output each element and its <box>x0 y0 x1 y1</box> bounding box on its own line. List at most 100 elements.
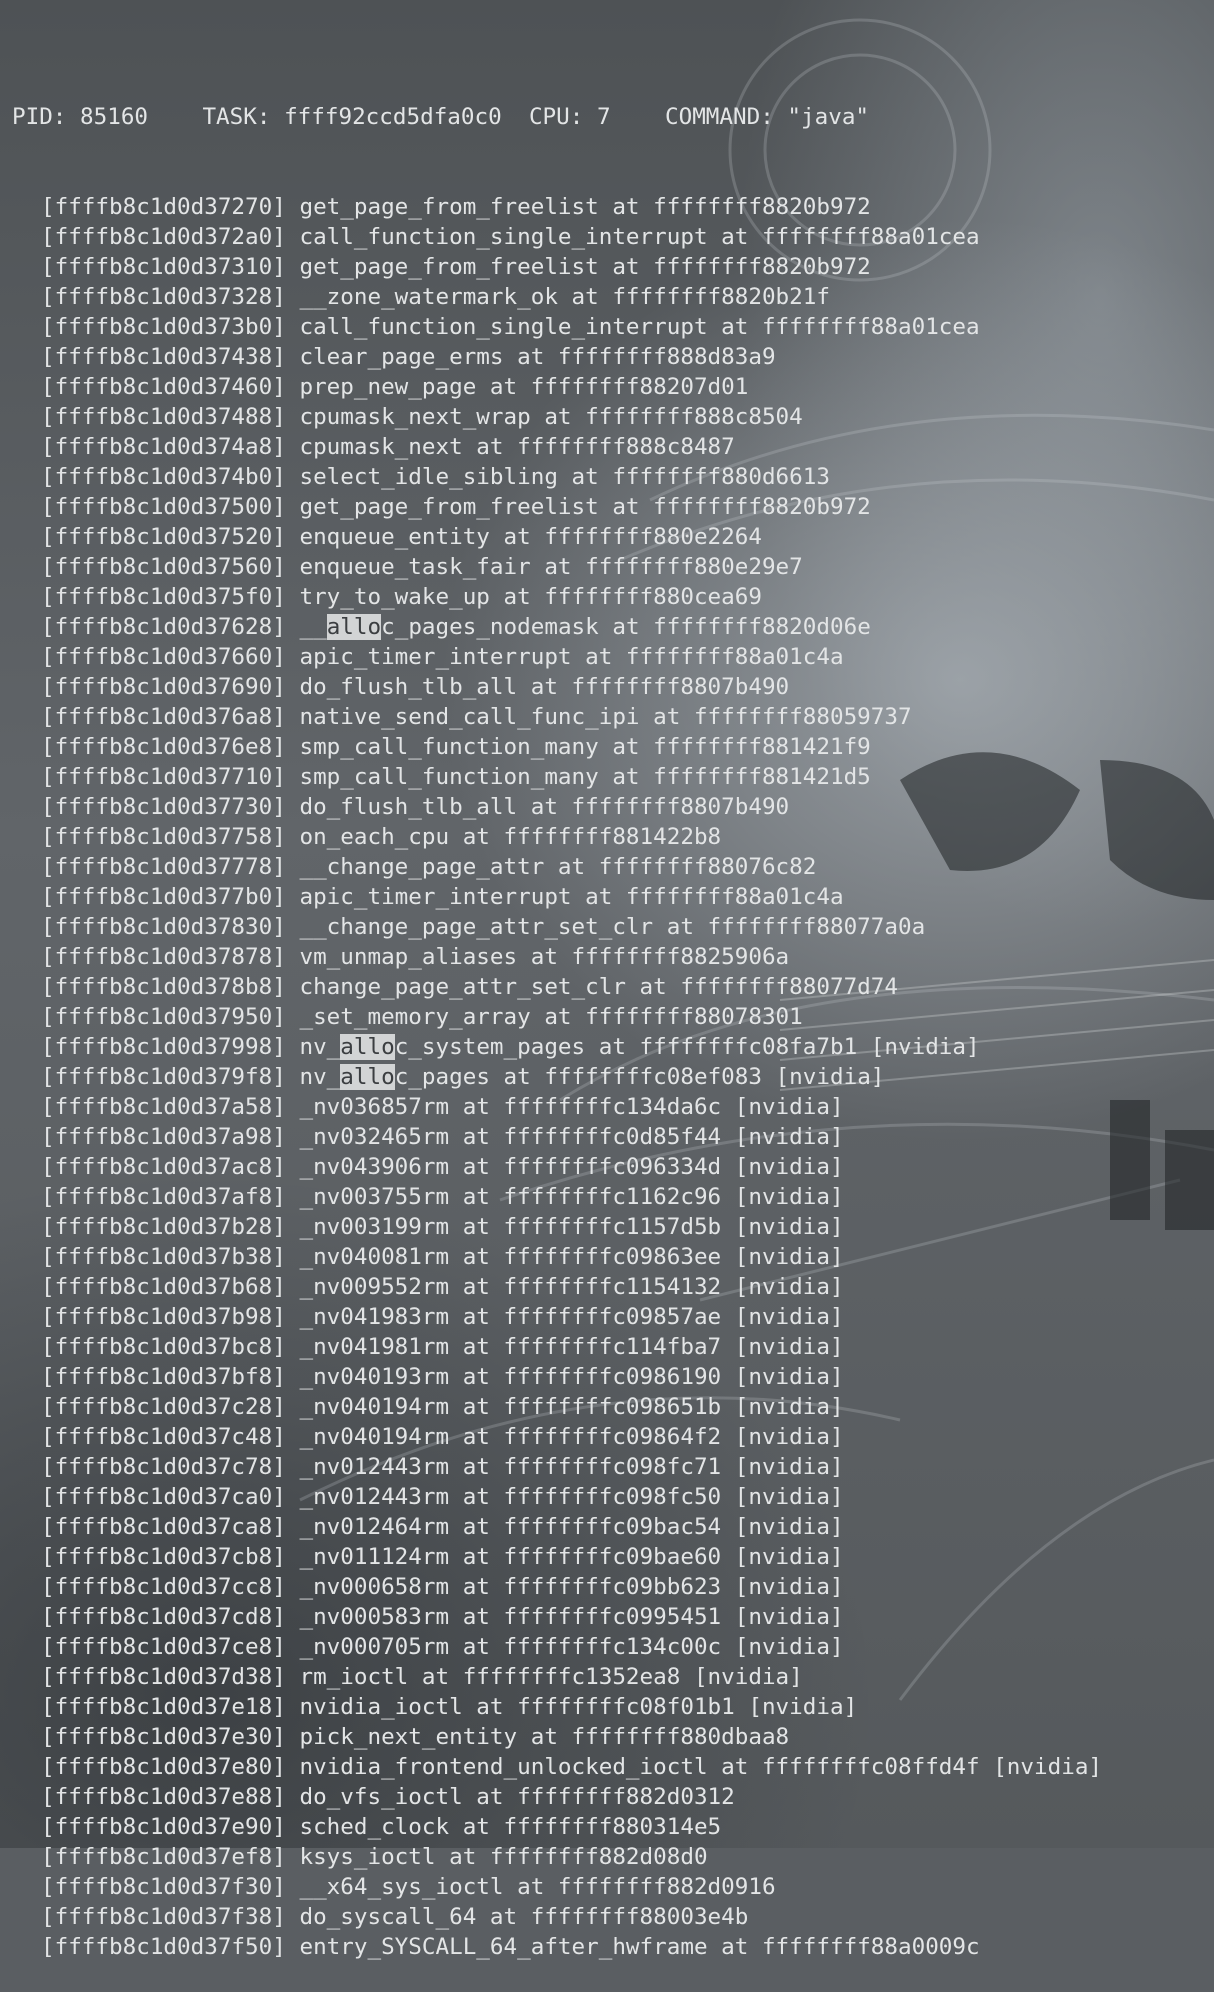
backtrace-frame: [ffffb8c1d0d376e8] smp_call_function_man… <box>12 732 1214 762</box>
frame-symbol: nvidia_ioctl at ffffffffc08f01b1 [nvidia… <box>299 1694 858 1720</box>
backtrace-frame: [ffffb8c1d0d37560] enqueue_task_fair at … <box>12 552 1214 582</box>
backtrace-frame: [ffffb8c1d0d37f50] entry_SYSCALL_64_afte… <box>12 1932 1214 1962</box>
frame-symbol: _nv011124rm at ffffffffc09bae60 [nvidia] <box>299 1544 844 1570</box>
frame-symbol: clear_page_erms at ffffffff888d83a9 <box>299 344 776 370</box>
frame-address: [ffffb8c1d0d37f30] <box>41 1874 286 1900</box>
frame-address: [ffffb8c1d0d37b38] <box>41 1244 286 1270</box>
backtrace-frame: [ffffb8c1d0d37ca0] _nv012443rm at ffffff… <box>12 1482 1214 1512</box>
frame-symbol: __change_page_attr_set_clr at ffffffff88… <box>299 914 926 940</box>
frame-symbol: _nv043906rm at ffffffffc096334d [nvidia] <box>299 1154 844 1180</box>
frame-symbol: _nv036857rm at ffffffffc134da6c [nvidia] <box>299 1094 844 1120</box>
frame-address: [ffffb8c1d0d37270] <box>41 194 286 220</box>
frame-symbol: enqueue_task_fair at ffffffff880e29e7 <box>299 554 803 580</box>
frame-address: [ffffb8c1d0d37710] <box>41 764 286 790</box>
frame-symbol: get_page_from_freelist at ffffffff8820b9… <box>299 494 871 520</box>
backtrace-frame: [ffffb8c1d0d37460] prep_new_page at ffff… <box>12 372 1214 402</box>
backtrace-frame: [ffffb8c1d0d376a8] native_send_call_func… <box>12 702 1214 732</box>
frame-address: [ffffb8c1d0d37e80] <box>41 1754 286 1780</box>
frame-symbol: cpumask_next_wrap at ffffffff888c8504 <box>299 404 803 430</box>
backtrace-frame: [ffffb8c1d0d378b8] change_page_attr_set_… <box>12 972 1214 1002</box>
frame-address: [ffffb8c1d0d37438] <box>41 344 286 370</box>
frame-address: [ffffb8c1d0d37cb8] <box>41 1544 286 1570</box>
backtrace-frame: [ffffb8c1d0d37830] __change_page_attr_se… <box>12 912 1214 942</box>
frame-address: [ffffb8c1d0d37778] <box>41 854 286 880</box>
frame-address: [ffffb8c1d0d37520] <box>41 524 286 550</box>
frame-address: [ffffb8c1d0d37c48] <box>41 1424 286 1450</box>
frame-address: [ffffb8c1d0d37f38] <box>41 1904 286 1930</box>
frame-symbol-prefix: nv_ <box>299 1064 341 1090</box>
backtrace-frame: [ffffb8c1d0d37c78] _nv012443rm at ffffff… <box>12 1452 1214 1482</box>
frame-address: [ffffb8c1d0d37730] <box>41 794 286 820</box>
frame-symbol: _set_memory_array at ffffffff88078301 <box>299 1004 803 1030</box>
frame-address: [ffffb8c1d0d37690] <box>41 674 286 700</box>
backtrace-frame: [ffffb8c1d0d374b0] select_idle_sibling a… <box>12 462 1214 492</box>
backtrace-frame: [ffffb8c1d0d377b0] apic_timer_interrupt … <box>12 882 1214 912</box>
frame-address: [ffffb8c1d0d37e30] <box>41 1724 286 1750</box>
backtrace-frame: [ffffb8c1d0d37778] __change_page_attr at… <box>12 852 1214 882</box>
backtrace-frame: [ffffb8c1d0d373b0] call_function_single_… <box>12 312 1214 342</box>
frame-address: [ffffb8c1d0d37bc8] <box>41 1334 286 1360</box>
backtrace-frame: [ffffb8c1d0d37710] smp_call_function_man… <box>12 762 1214 792</box>
frame-symbol: nv_alloc_pages at ffffffffc08ef083 [nvid… <box>299 1064 884 1090</box>
backtrace-frame: [ffffb8c1d0d37998] nv_alloc_system_pages… <box>12 1032 1214 1062</box>
frame-address: [ffffb8c1d0d37d38] <box>41 1664 286 1690</box>
backtrace-frame: [ffffb8c1d0d37ce8] _nv000705rm at ffffff… <box>12 1632 1214 1662</box>
backtrace-frame: [ffffb8c1d0d37660] apic_timer_interrupt … <box>12 642 1214 672</box>
frame-address: [ffffb8c1d0d37bf8] <box>41 1364 286 1390</box>
backtrace-frame: [ffffb8c1d0d37e90] sched_clock at ffffff… <box>12 1812 1214 1842</box>
frame-address: [ffffb8c1d0d372a0] <box>41 224 286 250</box>
frame-symbol: __zone_watermark_ok at ffffffff8820b21f <box>299 284 830 310</box>
backtrace-frame: [ffffb8c1d0d37950] _set_memory_array at … <box>12 1002 1214 1032</box>
backtrace-frame: [ffffb8c1d0d37ac8] _nv043906rm at ffffff… <box>12 1152 1214 1182</box>
frame-symbol: on_each_cpu at ffffffff881422b8 <box>299 824 722 850</box>
cpu-label: CPU: 7 <box>528 104 611 130</box>
backtrace-frame: [ffffb8c1d0d37690] do_flush_tlb_all at f… <box>12 672 1214 702</box>
frame-address: [ffffb8c1d0d37a58] <box>41 1094 286 1120</box>
frame-address: [ffffb8c1d0d375f0] <box>41 584 286 610</box>
backtrace-frame: [ffffb8c1d0d37b98] _nv041983rm at ffffff… <box>12 1302 1214 1332</box>
frame-address: [ffffb8c1d0d37a98] <box>41 1124 286 1150</box>
command-label: COMMAND: "java" <box>664 104 870 130</box>
frame-symbol-suffix: c_system_pages at ffffffffc08fa7b1 [nvid… <box>394 1034 980 1060</box>
frame-symbol: apic_timer_interrupt at ffffffff88a01c4a <box>299 644 844 670</box>
backtrace-frame: [ffffb8c1d0d37500] get_page_from_freelis… <box>12 492 1214 522</box>
frame-address: [ffffb8c1d0d37328] <box>41 284 286 310</box>
frame-address: [ffffb8c1d0d379f8] <box>41 1064 286 1090</box>
frame-symbol: _nv040194rm at ffffffffc09864f2 [nvidia] <box>299 1424 844 1450</box>
backtrace-frame: [ffffb8c1d0d375f0] try_to_wake_up at fff… <box>12 582 1214 612</box>
frame-address: [ffffb8c1d0d37500] <box>41 494 286 520</box>
frame-address: [ffffb8c1d0d37628] <box>41 614 286 640</box>
terminal-output[interactable]: PID: 85160 TASK: ffff92ccd5dfa0c0 CPU: 7… <box>12 42 1214 1992</box>
backtrace-frame: [ffffb8c1d0d37e80] nvidia_frontend_unloc… <box>12 1752 1214 1782</box>
backtrace-frame: [ffffb8c1d0d37328] __zone_watermark_ok a… <box>12 282 1214 312</box>
frame-symbol: apic_timer_interrupt at ffffffff88a01c4a <box>299 884 844 910</box>
task-label: TASK: ffff92ccd5dfa0c0 <box>202 104 502 130</box>
backtrace-frame: [ffffb8c1d0d37bf8] _nv040193rm at ffffff… <box>12 1362 1214 1392</box>
frame-address: [ffffb8c1d0d37c78] <box>41 1454 286 1480</box>
frame-symbol: sched_clock at ffffffff880314e5 <box>299 1814 722 1840</box>
frame-symbol: _nv000583rm at ffffffffc0995451 [nvidia] <box>299 1604 844 1630</box>
frame-symbol: do_syscall_64 at ffffffff88003e4b <box>299 1904 749 1930</box>
frame-address: [ffffb8c1d0d37560] <box>41 554 286 580</box>
frame-symbol: rm_ioctl at ffffffffc1352ea8 [nvidia] <box>299 1664 803 1690</box>
frame-address: [ffffb8c1d0d37950] <box>41 1004 286 1030</box>
backtrace-frame-list: [ffffb8c1d0d37270] get_page_from_freelis… <box>12 192 1214 1962</box>
backtrace-frame: [ffffb8c1d0d37b38] _nv040081rm at ffffff… <box>12 1242 1214 1272</box>
search-match-highlight: allo <box>340 1034 395 1060</box>
frame-address: [ffffb8c1d0d37310] <box>41 254 286 280</box>
frame-address: [ffffb8c1d0d37830] <box>41 914 286 940</box>
frame-address: [ffffb8c1d0d37460] <box>41 374 286 400</box>
frame-symbol: _nv000658rm at ffffffffc09bb623 [nvidia] <box>299 1574 844 1600</box>
frame-symbol: prep_new_page at ffffffff88207d01 <box>299 374 749 400</box>
backtrace-frame: [ffffb8c1d0d37878] vm_unmap_aliases at f… <box>12 942 1214 972</box>
frame-symbol: nv_alloc_system_pages at ffffffffc08fa7b… <box>299 1034 980 1060</box>
backtrace-frame: [ffffb8c1d0d37520] enqueue_entity at fff… <box>12 522 1214 552</box>
frame-address: [ffffb8c1d0d37b68] <box>41 1274 286 1300</box>
frame-symbol: _nv012443rm at ffffffffc098fc71 [nvidia] <box>299 1454 844 1480</box>
frame-address: [ffffb8c1d0d37ca0] <box>41 1484 286 1510</box>
backtrace-frame: [ffffb8c1d0d37d38] rm_ioctl at ffffffffc… <box>12 1662 1214 1692</box>
frame-symbol-prefix: __ <box>299 614 327 640</box>
backtrace-frame: [ffffb8c1d0d37af8] _nv003755rm at ffffff… <box>12 1182 1214 1212</box>
backtrace-frame: [ffffb8c1d0d37488] cpumask_next_wrap at … <box>12 402 1214 432</box>
frame-symbol: try_to_wake_up at ffffffff880cea69 <box>299 584 762 610</box>
